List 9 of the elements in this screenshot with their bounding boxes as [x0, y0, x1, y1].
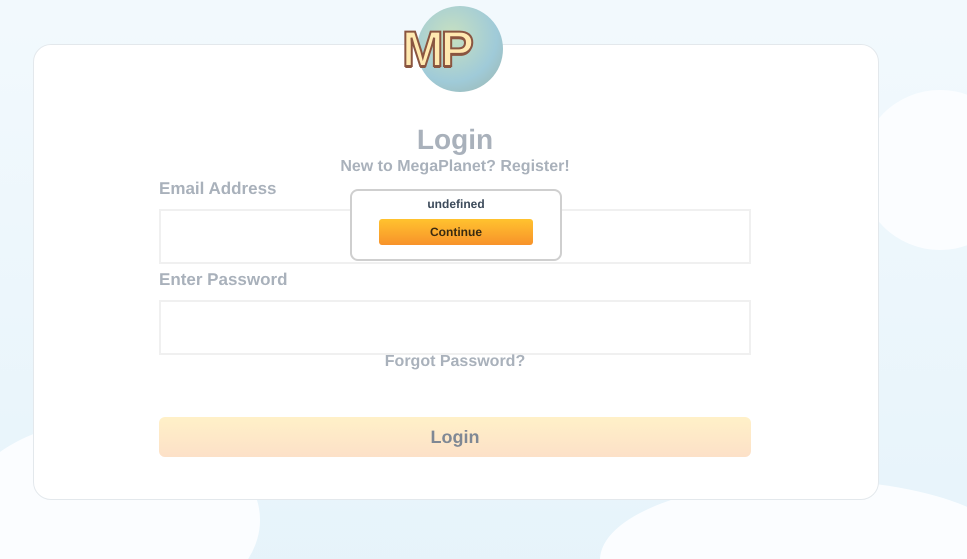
email-label: Email Address: [159, 178, 278, 200]
continue-button[interactable]: Continue: [379, 219, 533, 245]
logo-text: MP: [402, 20, 471, 78]
register-link[interactable]: New to MegaPlanet? Register!: [159, 157, 751, 177]
login-title: Login: [416, 123, 494, 157]
password-label: Enter Password: [159, 269, 288, 291]
login-button[interactable]: Login: [159, 417, 751, 457]
dialog-message: undefined: [427, 197, 485, 211]
forgot-password-link[interactable]: Forgot Password?: [159, 353, 751, 371]
